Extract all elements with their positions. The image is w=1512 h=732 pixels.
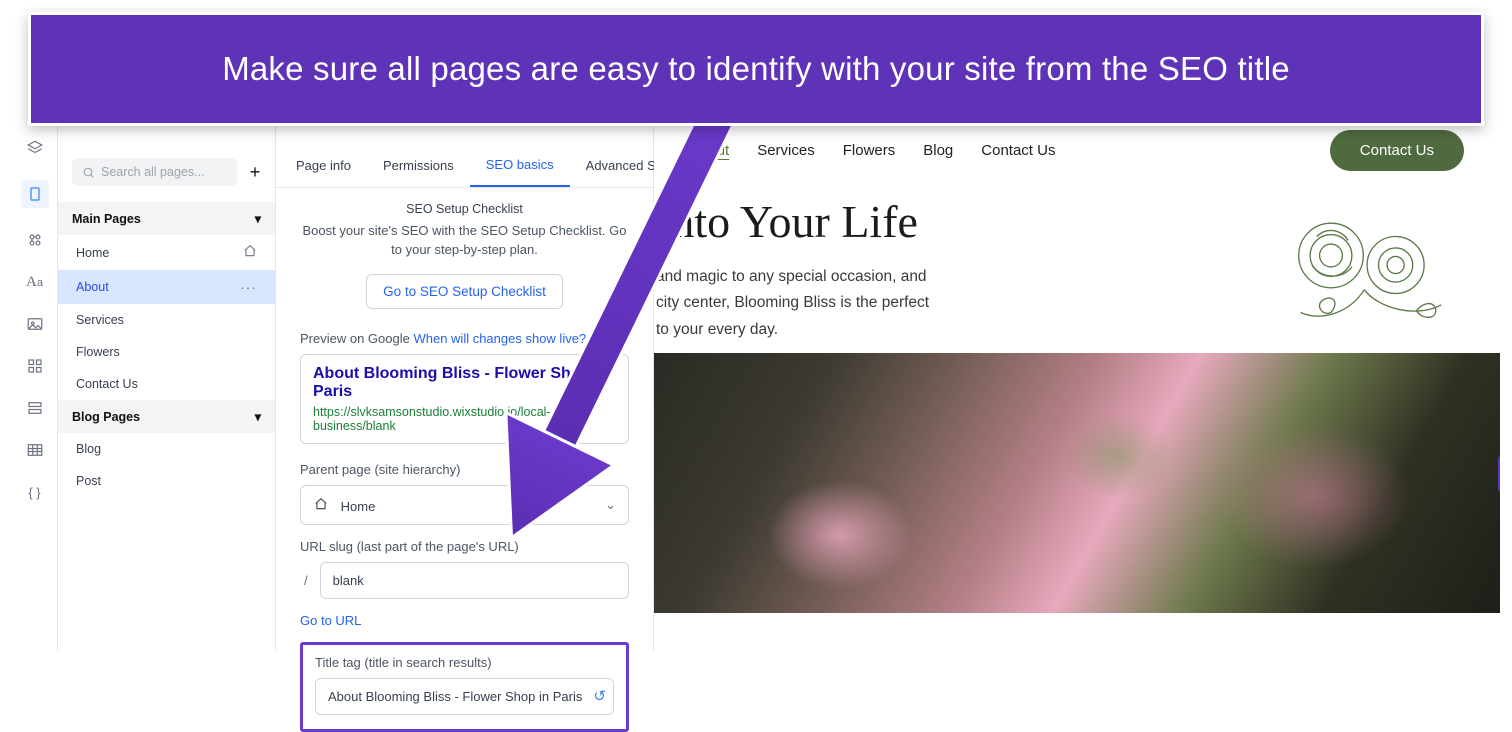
- more-icon[interactable]: ···: [240, 279, 257, 295]
- instruction-text: Make sure all pages are easy to identify…: [222, 50, 1290, 88]
- editor-app: Aa { } Search all pages... + Main Pages …: [12, 100, 1500, 651]
- page-label: Home: [76, 246, 109, 260]
- home-icon: [313, 496, 329, 512]
- page-label: Services: [76, 313, 124, 327]
- text-icon[interactable]: Aa: [25, 272, 45, 292]
- go-to-url-link[interactable]: Go to URL: [300, 613, 361, 628]
- preview-title: About Blooming Bliss - Flower Shop in Pa…: [313, 365, 616, 401]
- table-icon[interactable]: [25, 440, 45, 460]
- checklist-header: SEO Setup Checklist: [300, 202, 629, 216]
- section-label: Blog Pages: [72, 410, 140, 424]
- checklist-blurb: Boost your site's SEO with the SEO Setup…: [300, 222, 629, 260]
- title-tag-section: Title tag (title in search results) ↺: [300, 642, 629, 732]
- rose-line-art: [1274, 195, 1464, 335]
- page-item-post[interactable]: Post: [58, 465, 275, 497]
- nav-about[interactable]: About: [690, 142, 729, 159]
- pages-panel: Search all pages... + Main Pages ▾ Home …: [58, 100, 276, 651]
- page-label: Blog: [76, 442, 101, 456]
- section-label: Main Pages: [72, 212, 141, 226]
- nav-flowers[interactable]: Flowers: [843, 142, 896, 159]
- page-item-flowers[interactable]: Flowers: [58, 336, 275, 368]
- contact-cta-button[interactable]: Contact Us: [1330, 130, 1464, 171]
- hero-title: Into Your Life: [656, 195, 1274, 248]
- instruction-banner: Make sure all pages are easy to identify…: [28, 12, 1484, 126]
- add-page-button[interactable]: +: [245, 162, 265, 182]
- nav-blog[interactable]: Blog: [923, 142, 953, 159]
- preview-label: Preview on Google When will changes show…: [300, 331, 629, 346]
- section-main-pages[interactable]: Main Pages ▾: [58, 202, 275, 235]
- hero-body: and magic to any special occasion, and c…: [656, 264, 1076, 343]
- title-tag-input[interactable]: [315, 678, 614, 715]
- code-icon[interactable]: { }: [25, 482, 45, 502]
- section-icon[interactable]: [25, 398, 45, 418]
- changes-live-link[interactable]: When will changes show live?: [413, 331, 586, 346]
- parent-page-value: Home: [341, 499, 376, 514]
- settings-tabs: Page info Permissions SEO basics Advance…: [276, 144, 653, 188]
- slug-slash: /: [300, 573, 312, 588]
- section-blog-pages[interactable]: Blog Pages ▾: [58, 400, 275, 433]
- home-icon: [243, 244, 257, 261]
- page-label: Post: [76, 474, 101, 488]
- slug-label: URL slug (last part of the page's URL): [300, 539, 629, 554]
- scroll-thumb[interactable]: [1498, 456, 1500, 492]
- hero-photo: [654, 353, 1500, 613]
- database-icon[interactable]: [25, 230, 45, 250]
- parent-page-label: Parent page (site hierarchy): [300, 462, 629, 477]
- image-icon[interactable]: [25, 314, 45, 334]
- page-label: Flowers: [76, 345, 120, 359]
- title-tag-label: Title tag (title in search results): [315, 655, 614, 670]
- layers-icon[interactable]: [25, 138, 45, 158]
- chevron-down-icon: ▾: [255, 211, 261, 226]
- page-item-contact[interactable]: Contact Us: [58, 368, 275, 400]
- nav-services[interactable]: Services: [757, 142, 815, 159]
- page-label: Contact Us: [76, 377, 138, 391]
- google-preview: About Blooming Bliss - Flower Shop in Pa…: [300, 354, 629, 444]
- search-input[interactable]: Search all pages...: [72, 158, 237, 186]
- page-label: About: [76, 280, 109, 294]
- reset-icon[interactable]: ↺: [593, 687, 606, 705]
- page-item-home[interactable]: Home: [58, 235, 275, 270]
- tab-permissions[interactable]: Permissions: [367, 144, 470, 187]
- page-settings-panel: Page info Permissions SEO basics Advance…: [276, 100, 654, 651]
- go-to-checklist-button[interactable]: Go to SEO Setup Checklist: [366, 274, 563, 309]
- parent-page-select[interactable]: Home ⌄: [300, 485, 629, 525]
- preview-url: https://slvksamsonstudio.wixstudio.io/lo…: [313, 405, 616, 433]
- chevron-down-icon: ▾: [255, 409, 261, 424]
- hero: Into Your Life and magic to any special …: [654, 191, 1500, 353]
- page-item-services[interactable]: Services: [58, 304, 275, 336]
- slug-input[interactable]: [320, 562, 629, 599]
- page-item-about[interactable]: About ···: [58, 270, 275, 304]
- grid-icon[interactable]: [25, 356, 45, 376]
- page-item-blog[interactable]: Blog: [58, 433, 275, 465]
- pages-icon[interactable]: [21, 180, 49, 208]
- tool-rail: Aa { }: [12, 100, 58, 651]
- tab-page-info[interactable]: Page info: [280, 144, 367, 187]
- chevron-down-icon: ⌄: [605, 497, 616, 513]
- nav-contact[interactable]: Contact Us: [981, 142, 1055, 159]
- search-placeholder: Search all pages...: [101, 165, 205, 179]
- tab-seo-basics[interactable]: SEO basics: [470, 144, 570, 187]
- site-preview: About Services Flowers Blog Contact Us C…: [654, 100, 1500, 651]
